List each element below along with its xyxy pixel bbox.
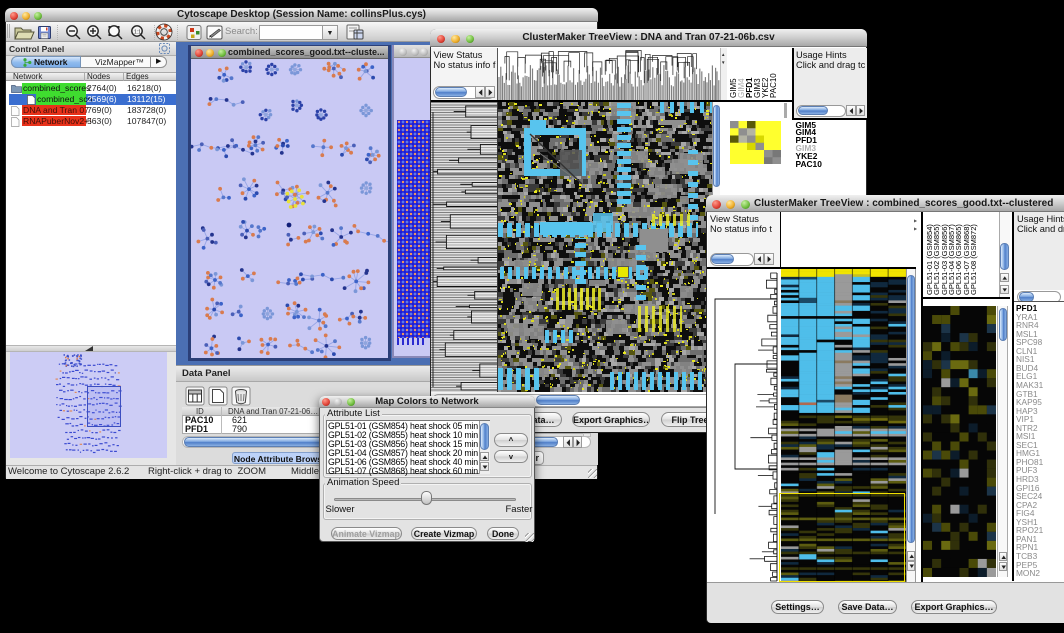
svg-text:1:1: 1:1 bbox=[134, 30, 141, 36]
